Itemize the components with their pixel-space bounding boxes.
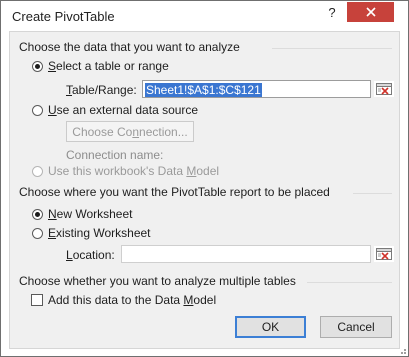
external-source-radio[interactable] bbox=[32, 105, 43, 116]
table-range-input[interactable]: Sheet1!$A$1:$C$121 bbox=[142, 80, 371, 98]
multiple-tables-heading: Choose whether you want to analyze multi… bbox=[19, 274, 296, 288]
section-divider bbox=[272, 48, 392, 49]
help-button[interactable]: ? bbox=[321, 2, 343, 22]
table-range-label: Table/Range: bbox=[66, 83, 137, 97]
section-divider bbox=[307, 282, 392, 283]
add-to-data-model-checkbox[interactable] bbox=[31, 294, 43, 306]
location-collapse-button[interactable] bbox=[374, 246, 394, 262]
close-button[interactable] bbox=[347, 2, 394, 22]
new-worksheet-label[interactable]: New Worksheet bbox=[48, 207, 132, 221]
add-to-data-model-label[interactable]: Add this data to the Data Model bbox=[48, 293, 216, 307]
location-input[interactable] bbox=[121, 245, 371, 263]
help-icon: ? bbox=[328, 4, 336, 20]
title-bar: Create PivotTable ? bbox=[1, 1, 408, 31]
choose-connection-button[interactable]: Choose Co n nection... bbox=[66, 121, 194, 142]
range-select-icon bbox=[376, 248, 392, 260]
ok-button[interactable]: OK bbox=[235, 316, 306, 338]
create-pivottable-dialog: Create PivotTable ? Choose the data that… bbox=[0, 0, 409, 357]
data-model-radio[interactable] bbox=[32, 166, 43, 177]
existing-worksheet-radio[interactable] bbox=[32, 228, 43, 239]
table-range-value: Sheet1!$A$1:$C$121 bbox=[145, 83, 262, 97]
select-table-label[interactable]: Select a table or range bbox=[48, 59, 169, 73]
range-select-icon bbox=[376, 83, 392, 95]
dialog-title: Create PivotTable bbox=[12, 9, 115, 24]
connection-name-label: Connection name: bbox=[66, 148, 164, 162]
section-divider bbox=[353, 193, 392, 194]
external-source-label[interactable]: Use an external data source bbox=[48, 103, 198, 117]
data-source-heading: Choose the data that you want to analyze bbox=[19, 40, 240, 54]
close-icon bbox=[365, 7, 376, 17]
placement-heading: Choose where you want the PivotTable rep… bbox=[19, 185, 330, 199]
data-model-label[interactable]: Use this workbook's Data Model bbox=[48, 164, 219, 178]
dialog-body: Choose the data that you want to analyze… bbox=[9, 31, 400, 349]
resize-grip-icon[interactable] bbox=[397, 345, 407, 355]
cancel-button[interactable]: Cancel bbox=[320, 316, 392, 338]
table-range-collapse-button[interactable] bbox=[374, 81, 394, 97]
new-worksheet-radio[interactable] bbox=[32, 209, 43, 220]
existing-worksheet-label[interactable]: Existing Worksheet bbox=[48, 226, 151, 240]
select-table-radio[interactable] bbox=[32, 61, 43, 72]
location-label: Location: bbox=[66, 248, 115, 262]
